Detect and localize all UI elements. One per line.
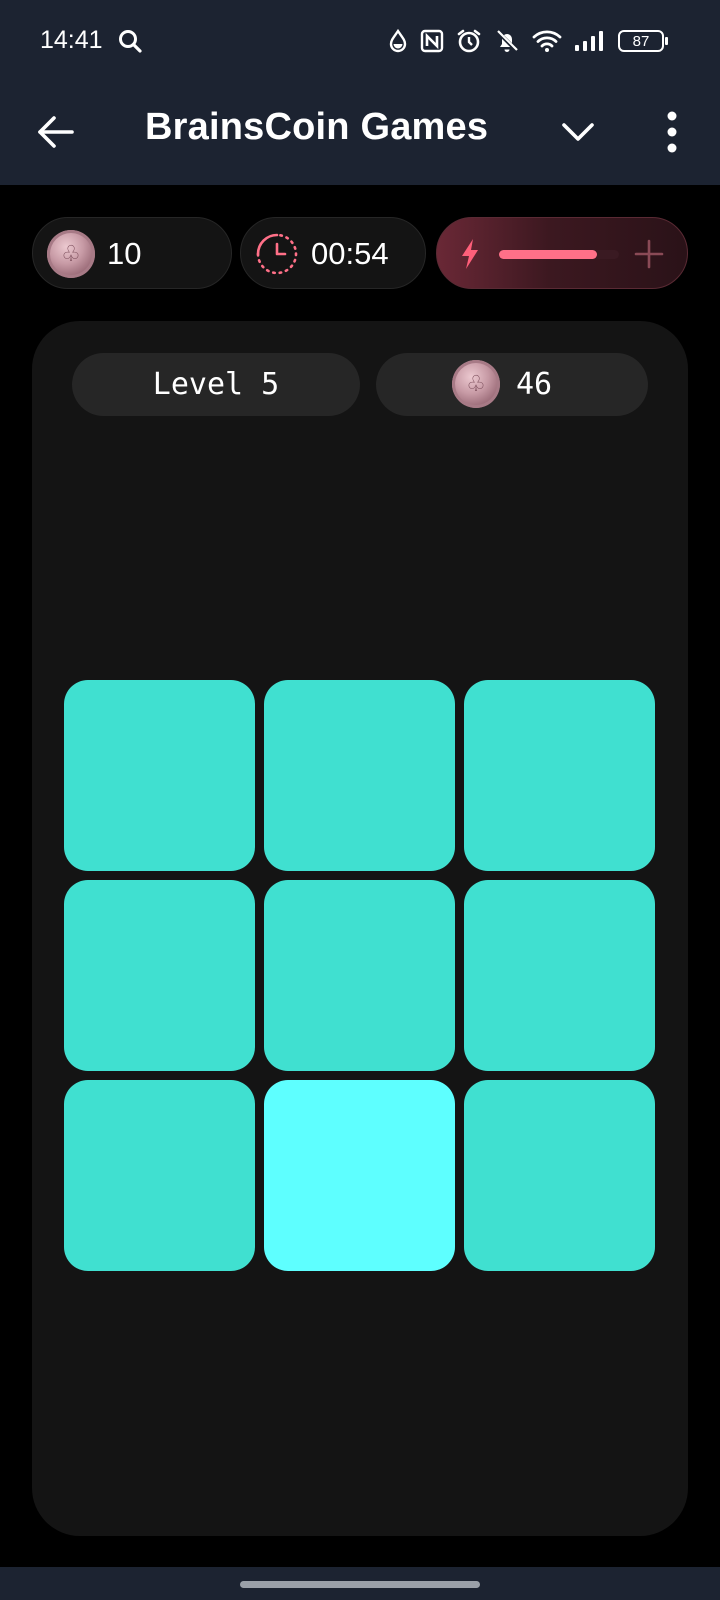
navigation-bar xyxy=(0,1567,720,1600)
data-saver-icon xyxy=(389,28,407,53)
energy-pill xyxy=(436,217,688,289)
level-badge: Level 5 xyxy=(72,353,360,416)
app-bar: BrainsCoin Games xyxy=(0,82,720,185)
back-arrow-icon[interactable] xyxy=(34,110,78,154)
grid-tile[interactable] xyxy=(464,680,655,871)
coin-balance: 10 xyxy=(107,236,142,271)
score-badge: 46 xyxy=(376,353,648,416)
status-icons: 87 xyxy=(388,24,668,58)
chevron-down-icon[interactable] xyxy=(558,112,598,152)
grid-tile[interactable] xyxy=(264,880,455,1071)
energy-bar xyxy=(499,250,619,259)
grid-tile[interactable] xyxy=(64,1080,255,1271)
timer-icon xyxy=(256,233,298,275)
score-value: 46 xyxy=(516,367,553,402)
nfc-icon xyxy=(420,29,444,53)
grid-tile[interactable] xyxy=(64,880,255,1071)
home-gesture-handle[interactable] xyxy=(240,1581,480,1588)
grid-tile[interactable] xyxy=(464,1080,655,1271)
status-bar: 14:41 87 xyxy=(0,0,720,82)
battery-level: 87 xyxy=(632,32,650,50)
grid-tile-highlighted[interactable] xyxy=(264,1080,455,1271)
search-icon xyxy=(119,30,142,53)
timer-value: 00:54 xyxy=(311,236,389,271)
page-title: BrainsCoin Games xyxy=(145,106,489,148)
lightning-icon xyxy=(462,239,478,269)
timer-pill: 00:54 xyxy=(240,217,426,289)
grid-tile[interactable] xyxy=(264,680,455,871)
bell-off-icon xyxy=(495,29,519,53)
coin-icon xyxy=(452,360,500,408)
wifi-icon xyxy=(532,30,562,52)
grid-tile[interactable] xyxy=(464,880,655,1071)
status-time: 14:41 xyxy=(40,26,103,54)
game-panel: Level 5 46 xyxy=(32,321,688,1536)
alarm-icon xyxy=(457,29,481,53)
grid-tile[interactable] xyxy=(64,680,255,871)
level-label: Level 5 xyxy=(152,367,280,402)
signal-icon xyxy=(575,31,603,51)
battery-icon: 87 xyxy=(618,30,668,52)
coin-icon xyxy=(47,230,95,278)
energy-bar-fill xyxy=(499,250,598,259)
add-energy-button[interactable] xyxy=(633,238,665,270)
more-vert-icon[interactable] xyxy=(652,108,692,156)
coin-balance-pill: 10 xyxy=(32,217,232,289)
